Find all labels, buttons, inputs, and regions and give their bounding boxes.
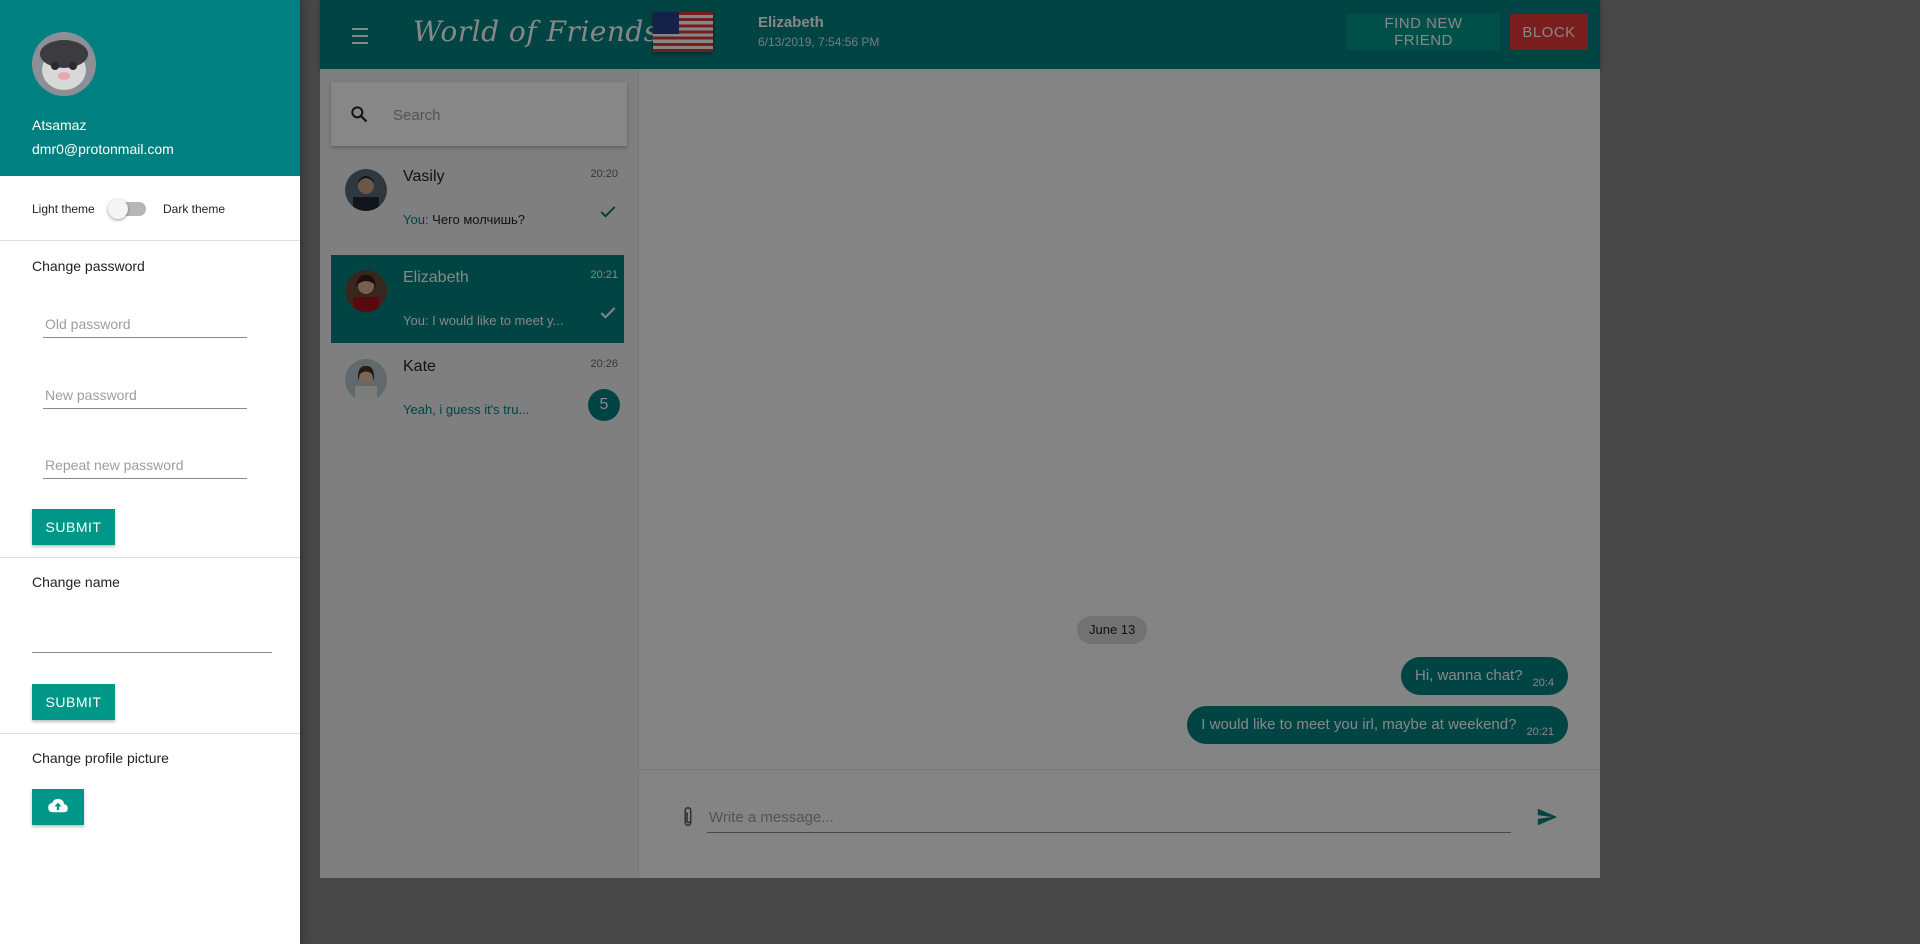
divider (0, 240, 300, 241)
divider (0, 733, 300, 734)
old-password-field[interactable] (43, 311, 247, 338)
settings-drawer: Atsamaz dmr0@protonmail.com Light theme … (0, 0, 300, 944)
cloud-upload-icon (48, 798, 68, 812)
drawer-header: Atsamaz dmr0@protonmail.com (0, 0, 300, 176)
light-theme-label: Light theme (32, 202, 95, 216)
change-password-title: Change password (32, 258, 145, 274)
profile-avatar (32, 32, 96, 96)
user-name: Atsamaz (32, 117, 87, 133)
divider (0, 557, 300, 558)
dark-theme-label: Dark theme (163, 202, 226, 216)
upload-picture-button[interactable] (32, 789, 84, 825)
submit-name-button[interactable]: SUBMIT (32, 684, 115, 720)
change-picture-title: Change profile picture (32, 750, 169, 766)
user-email: dmr0@protonmail.com (32, 141, 174, 157)
new-password-field[interactable] (43, 382, 247, 409)
theme-toggle[interactable] (108, 199, 146, 219)
submit-password-button[interactable]: SUBMIT (32, 509, 115, 545)
theme-switch-row: Light theme Dark theme (32, 199, 292, 220)
change-name-title: Change name (32, 574, 120, 590)
repeat-password-field[interactable] (43, 452, 247, 479)
name-field[interactable] (32, 626, 272, 653)
